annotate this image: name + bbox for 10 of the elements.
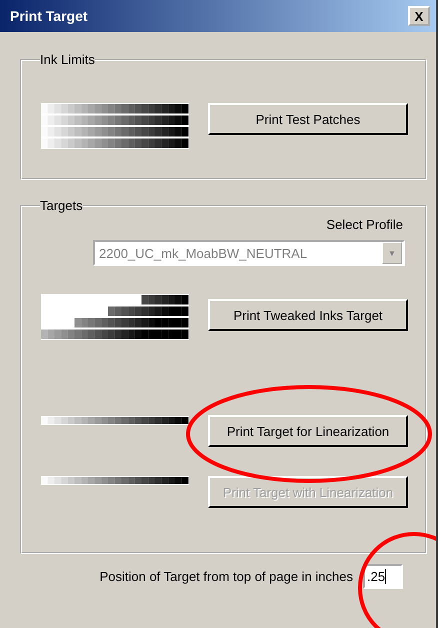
print-test-patches-button[interactable]: Print Test Patches (208, 103, 408, 135)
close-button[interactable]: X (408, 6, 430, 26)
position-input[interactable]: .25 (363, 564, 403, 589)
select-profile-label: Select Profile (325, 217, 404, 232)
group-title: Targets (40, 198, 83, 213)
print-button[interactable]: Print Tweaked Inks Target (208, 299, 408, 331)
group-title: Ink Limits (40, 52, 95, 67)
position-label: Position of Target from top of page in inches (100, 569, 353, 584)
window-title: Print Target (10, 8, 88, 24)
print-button[interactable]: Print Target for Linearization (208, 415, 408, 447)
